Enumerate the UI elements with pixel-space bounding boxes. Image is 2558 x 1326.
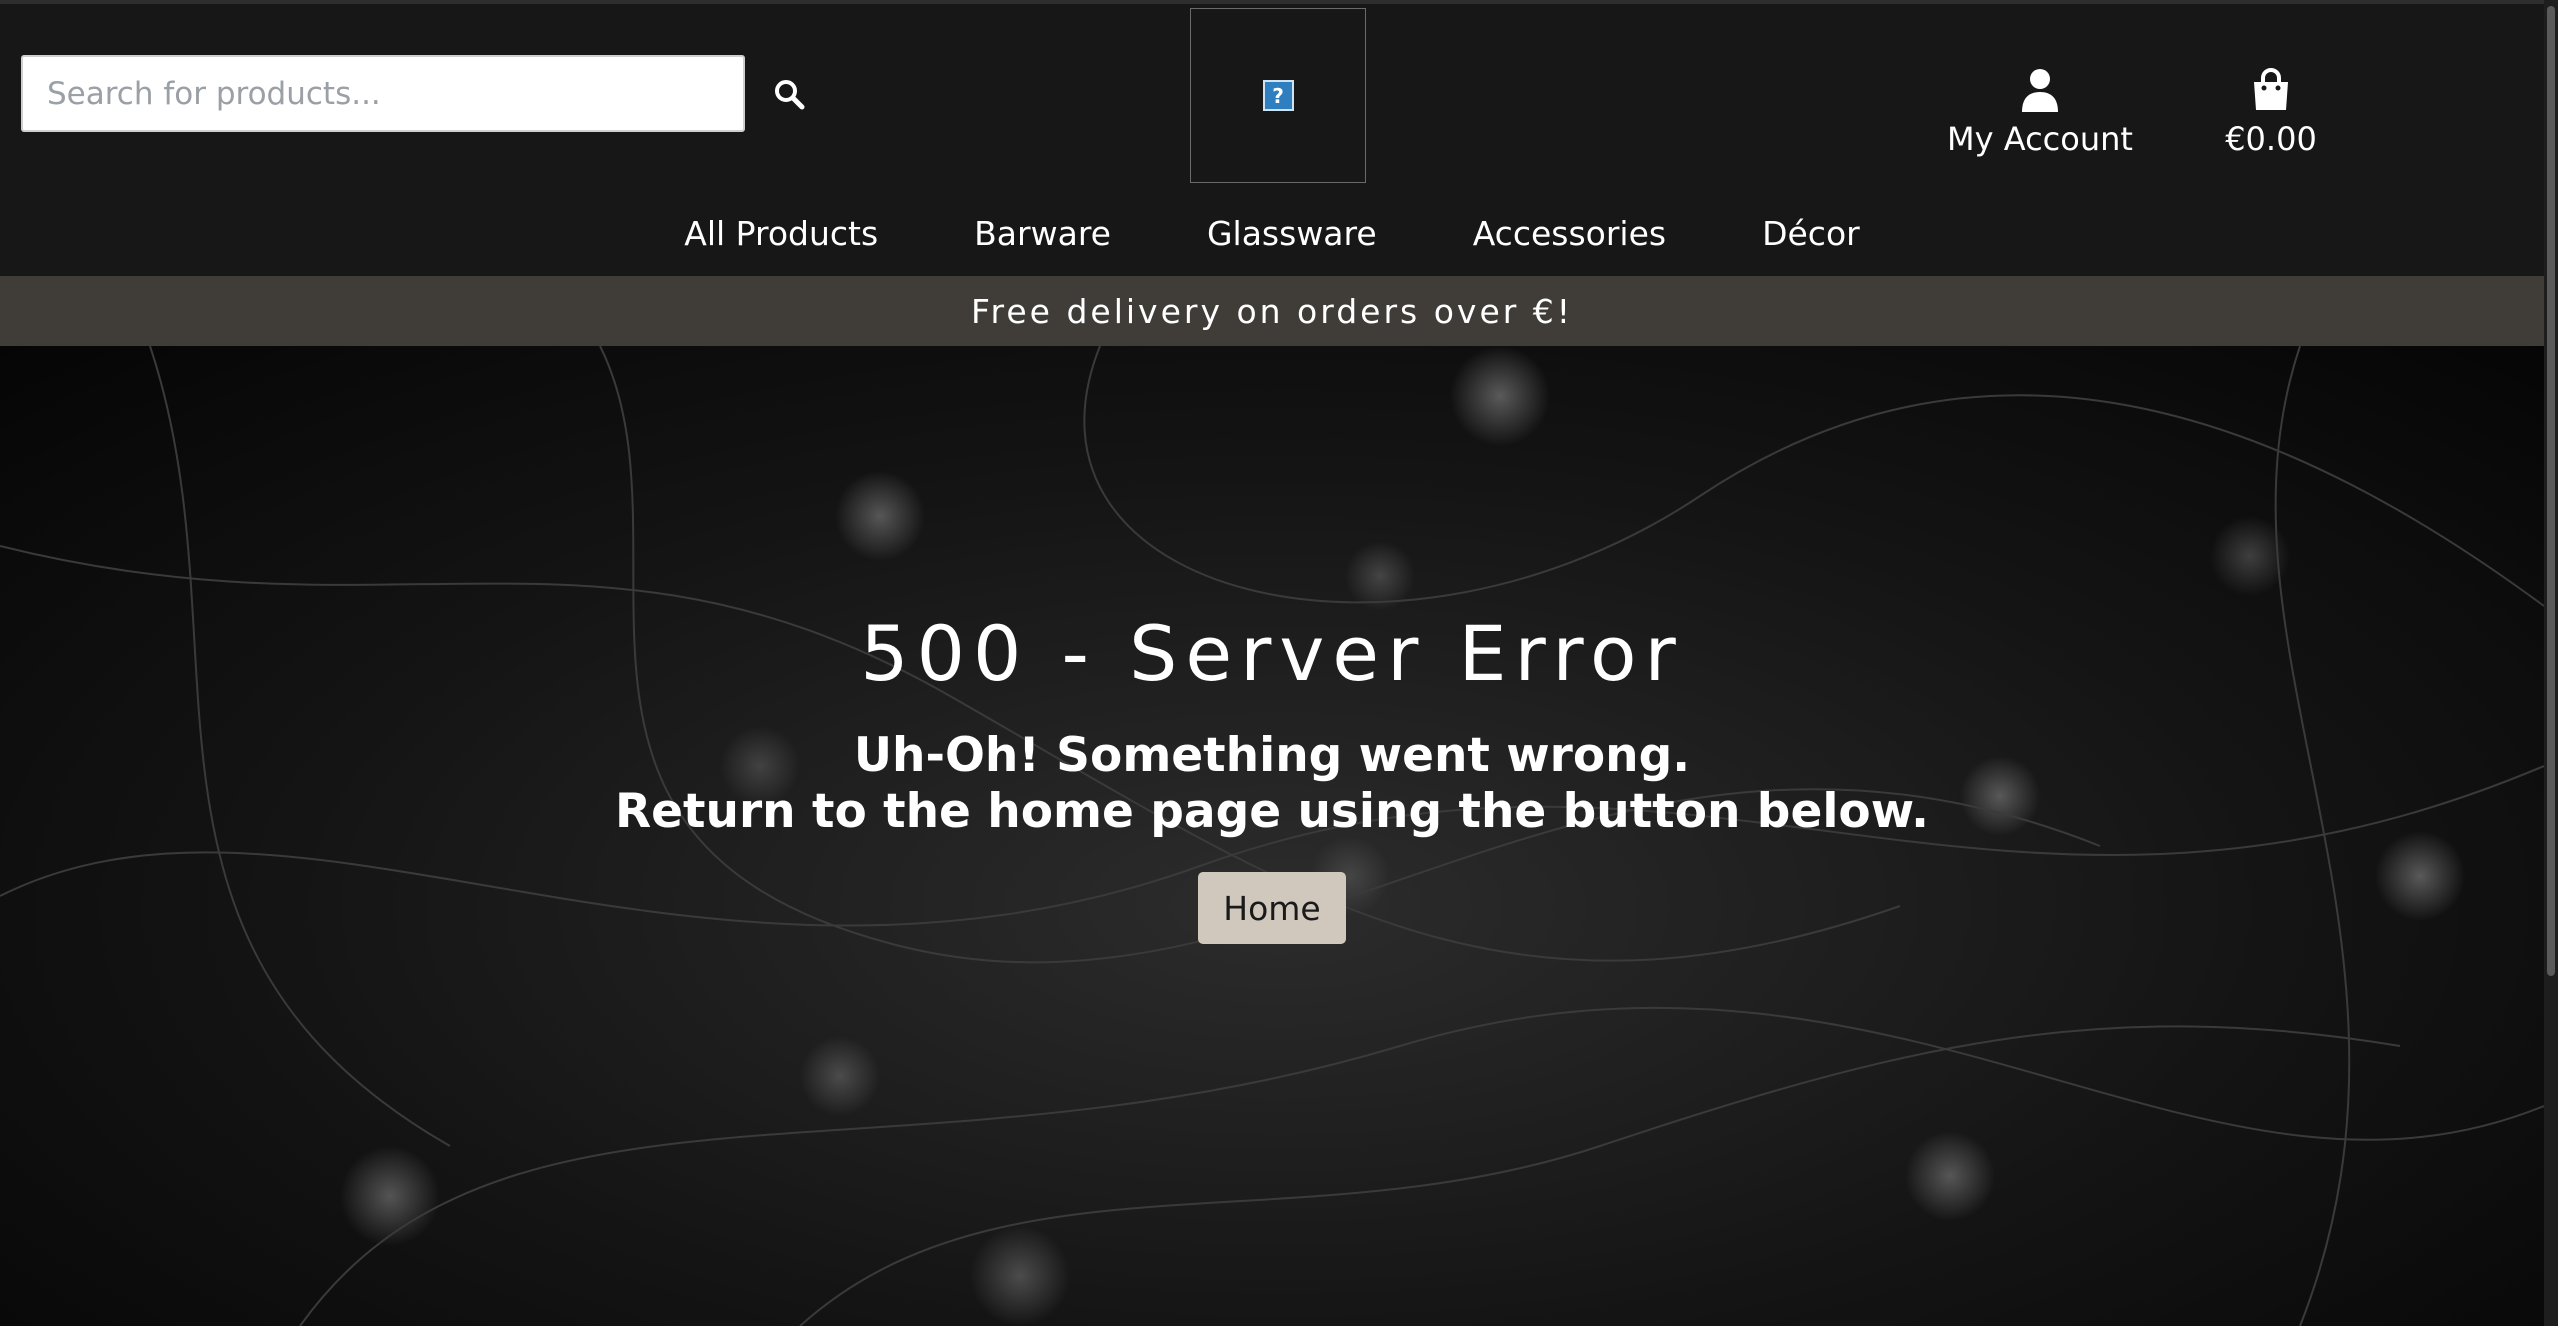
error-content: 500 - Server Error Uh-Oh! Something went… <box>0 616 2544 944</box>
shopping-bag-link[interactable]: €0.00 <box>2196 68 2346 158</box>
nav-glassware[interactable]: Glassware <box>1159 214 1425 253</box>
scrollbar-thumb[interactable] <box>2547 6 2555 976</box>
bag-total: €0.00 <box>2225 120 2317 158</box>
search-icon <box>775 79 805 109</box>
delivery-banner: Free delivery on orders over €! <box>0 276 2544 346</box>
page: ? My Account €0.00 All Products Barware … <box>0 0 2558 1326</box>
user-icon <box>2022 69 2058 112</box>
error-title: 500 - Server Error <box>860 609 1684 698</box>
search-button[interactable] <box>749 55 829 132</box>
site-logo-link[interactable]: ? <box>1190 8 1366 183</box>
error-message: Uh-Oh! Something went wrong. Return to t… <box>615 728 1929 840</box>
broken-image-icon: ? <box>1262 80 1294 111</box>
error-line-1: Uh-Oh! Something went wrong. <box>853 728 1691 783</box>
my-account-label: My Account <box>1947 120 2133 158</box>
nav-accessories[interactable]: Accessories <box>1425 214 1714 253</box>
my-account-link[interactable]: My Account <box>1930 68 2150 158</box>
search-form <box>21 55 829 132</box>
search-input[interactable] <box>21 55 745 132</box>
nav-decor[interactable]: Décor <box>1714 214 1908 253</box>
home-button[interactable]: Home <box>1198 872 1346 944</box>
error-line-2: Return to the home page using the button… <box>614 784 1929 839</box>
nav-all-products[interactable]: All Products <box>636 214 926 253</box>
site-header: ? My Account €0.00 All Products Barware … <box>0 0 2544 276</box>
error-hero: 500 - Server Error Uh-Oh! Something went… <box>0 346 2544 1326</box>
shopping-bag-icon <box>2254 68 2288 110</box>
scrollbar[interactable] <box>2544 0 2558 1326</box>
nav-barware[interactable]: Barware <box>926 214 1159 253</box>
main-nav: All Products Barware Glassware Accessori… <box>0 214 2544 253</box>
